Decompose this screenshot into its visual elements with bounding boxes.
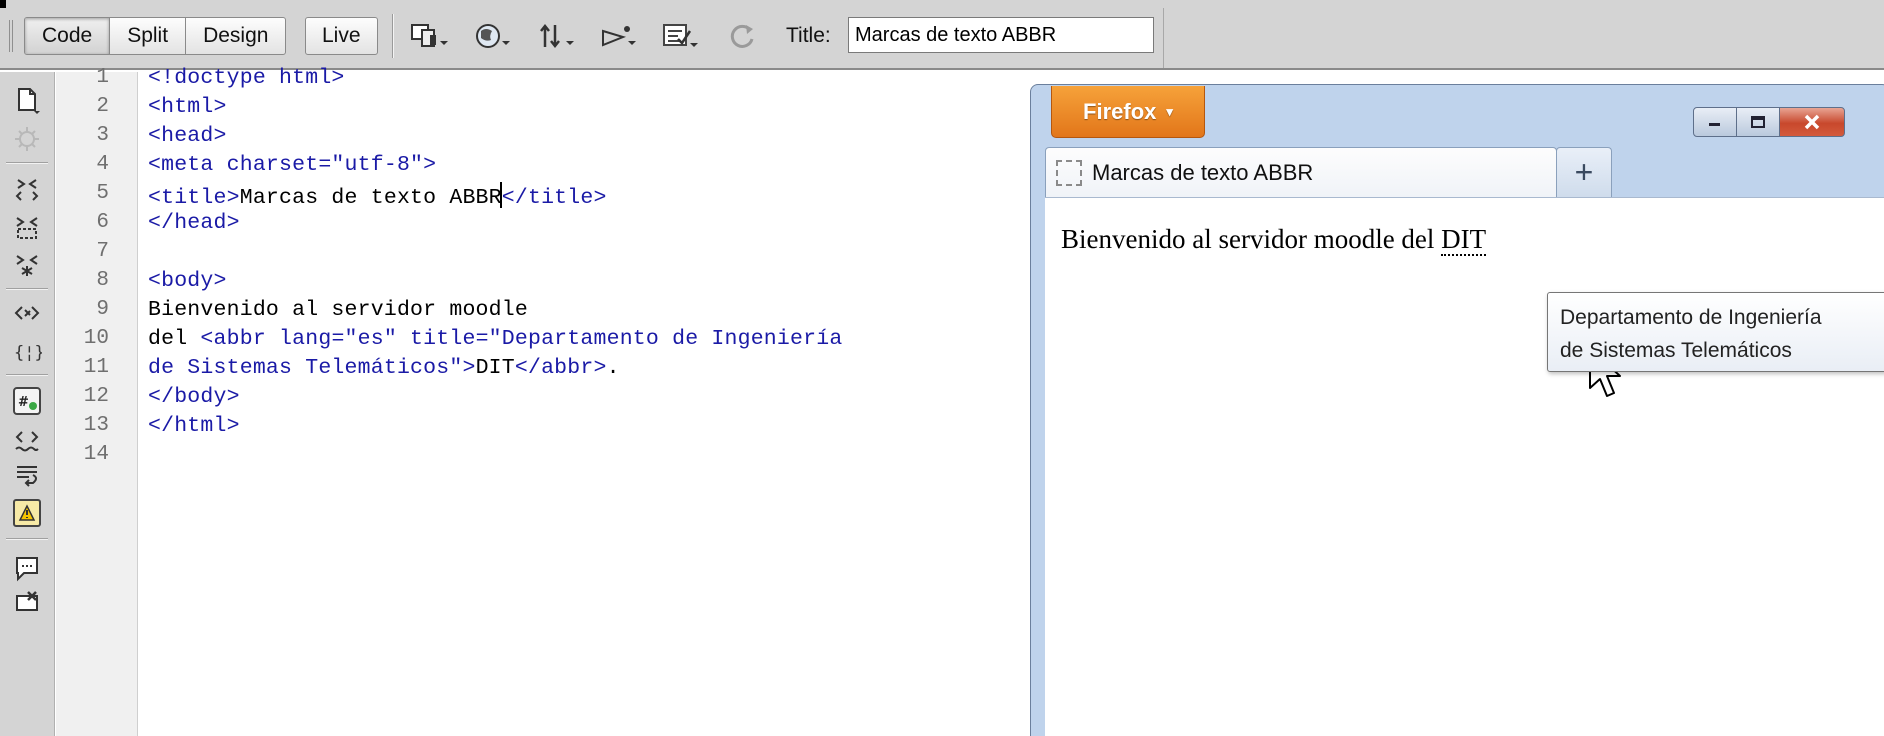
line-number: 5 bbox=[96, 182, 109, 205]
open-documents-icon[interactable] bbox=[10, 84, 44, 118]
code-line[interactable]: <meta charset="utf-8"> bbox=[148, 153, 436, 177]
sidebar-separator bbox=[6, 374, 48, 376]
document-toolbar: Code Split Design Live Title: bbox=[0, 0, 1884, 70]
code-line[interactable]: </body> bbox=[148, 385, 240, 409]
minimize-button[interactable] bbox=[1693, 107, 1737, 137]
sidebar-separator bbox=[6, 288, 48, 290]
page-paragraph: Bienvenido al servidor moodle del DIT bbox=[1061, 224, 1487, 256]
browser-preview-icon[interactable] bbox=[472, 19, 514, 53]
tooltip-line: de Sistemas Telemáticos bbox=[1560, 339, 1792, 362]
live-view-button[interactable]: Live bbox=[305, 17, 378, 55]
code-line[interactable]: <html> bbox=[148, 95, 227, 119]
title-label: Title: bbox=[786, 24, 831, 47]
svg-text:{¦}: {¦} bbox=[14, 343, 42, 363]
chevron-down-icon: ▾ bbox=[1166, 103, 1173, 119]
toolbar-separator bbox=[1163, 8, 1164, 68]
line-number: 6 bbox=[96, 211, 109, 234]
coding-toolbar: {¦} # bbox=[0, 72, 55, 736]
view-switcher: Code Split Design bbox=[24, 17, 287, 55]
abbr-tooltip: Departamento de Ingeniería de Sistemas T… bbox=[1547, 292, 1884, 372]
code-token: . bbox=[606, 356, 620, 380]
line-number: 10 bbox=[83, 327, 109, 350]
close-icon bbox=[1804, 114, 1820, 130]
refresh-icon[interactable] bbox=[722, 19, 764, 53]
line-number: 2 bbox=[96, 95, 109, 118]
sidebar-separator bbox=[6, 162, 48, 164]
balance-braces-icon[interactable]: {¦} bbox=[10, 334, 44, 368]
line-number: 3 bbox=[96, 124, 109, 147]
code-token: Marcas de texto ABBR bbox=[239, 186, 502, 210]
browser-tab-bar: Marcas de texto ABBR + bbox=[1045, 147, 1884, 197]
code-token: </title> bbox=[501, 186, 607, 210]
code-line[interactable]: <body> bbox=[148, 269, 227, 293]
browser-tab-title: Marcas de texto ABBR bbox=[1092, 159, 1314, 185]
code-line[interactable]: Bienvenido al servidor moodle bbox=[148, 298, 528, 322]
new-tab-button[interactable]: + bbox=[1556, 147, 1612, 197]
syntax-coloring-icon[interactable] bbox=[10, 458, 44, 492]
code-token: del bbox=[148, 327, 201, 351]
maximize-button[interactable] bbox=[1736, 107, 1780, 137]
highlight-invalid-code-icon[interactable] bbox=[10, 422, 44, 456]
collapse-selection-icon[interactable] bbox=[10, 210, 44, 244]
maximize-icon bbox=[1751, 116, 1765, 128]
code-line[interactable]: </html> bbox=[148, 414, 240, 438]
line-number: 13 bbox=[83, 414, 109, 437]
browser-page-content: Bienvenido al servidor moodle del DIT bbox=[1045, 197, 1884, 736]
code-editor[interactable]: <!doctype html> <html> <head> <meta char… bbox=[138, 66, 1038, 736]
page-favicon-icon bbox=[1056, 159, 1082, 186]
select-parent-tag-icon[interactable] bbox=[10, 296, 44, 330]
line-number: 12 bbox=[83, 385, 109, 408]
line-number: 1 bbox=[96, 66, 109, 89]
code-token: </abbr> bbox=[514, 356, 607, 380]
word-wrap-icon[interactable] bbox=[10, 496, 44, 530]
split-view-button[interactable]: Split bbox=[110, 18, 187, 54]
minimize-icon bbox=[1709, 123, 1720, 126]
line-number: 9 bbox=[96, 298, 109, 321]
abbr-element[interactable]: DIT bbox=[1441, 224, 1487, 256]
code-line[interactable]: del <abbr lang="es" title="Departamento … bbox=[148, 327, 842, 351]
sidebar-separator bbox=[6, 538, 48, 540]
apply-comment-icon[interactable] bbox=[10, 552, 44, 586]
code-line[interactable]: <!doctype html> bbox=[148, 66, 345, 90]
collapse-full-tag-icon[interactable] bbox=[10, 172, 44, 206]
visual-aids-icon[interactable] bbox=[598, 19, 640, 53]
validate-markup-icon[interactable] bbox=[660, 19, 702, 53]
toolbar-separator bbox=[392, 14, 394, 58]
line-number: 11 bbox=[83, 356, 109, 379]
expand-all-icon[interactable] bbox=[10, 248, 44, 282]
browser-tab[interactable]: Marcas de texto ABBR bbox=[1045, 147, 1557, 197]
code-line[interactable]: </head> bbox=[148, 211, 240, 235]
remove-comment-icon[interactable] bbox=[10, 586, 44, 620]
code-line[interactable]: <head> bbox=[148, 124, 227, 148]
document-title-input[interactable] bbox=[848, 17, 1154, 53]
toolbar-grip[interactable] bbox=[9, 20, 15, 52]
code-token: DIT bbox=[475, 356, 515, 380]
line-number: 4 bbox=[96, 153, 109, 176]
design-view-button[interactable]: Design bbox=[186, 18, 285, 54]
tooltip-line: Departamento de Ingeniería bbox=[1560, 306, 1822, 329]
firefox-window: Firefox ▾ Marcas de texto ABBR + Bienven… bbox=[1030, 84, 1884, 736]
code-line[interactable]: de Sistemas Telemáticos">DIT</abbr>. bbox=[148, 356, 620, 380]
line-number: 7 bbox=[96, 240, 109, 263]
line-number-gutter: 1 2 3 4 5 6 7 8 9 10 11 12 13 14 bbox=[56, 66, 138, 736]
firefox-menu-label: Firefox bbox=[1083, 98, 1157, 124]
line-number: 14 bbox=[83, 443, 109, 466]
line-number: 8 bbox=[96, 269, 109, 292]
show-code-navigator-icon[interactable] bbox=[10, 122, 44, 156]
svg-text:#: # bbox=[18, 395, 29, 410]
page-text: Bienvenido al servidor moodle del bbox=[1061, 224, 1442, 254]
multiscreen-icon[interactable] bbox=[408, 19, 450, 53]
window-controls bbox=[1693, 107, 1845, 137]
file-management-icon[interactable] bbox=[536, 19, 578, 53]
code-token: <abbr lang="es" title="Departamento de I… bbox=[200, 327, 843, 351]
close-button[interactable] bbox=[1779, 107, 1845, 137]
line-numbers-icon[interactable]: # bbox=[10, 384, 44, 418]
code-view-button[interactable]: Code bbox=[25, 18, 111, 54]
code-token: de Sistemas Telemáticos"> bbox=[148, 356, 476, 380]
code-token: <title> bbox=[148, 186, 240, 210]
code-line[interactable]: <title>Marcas de texto ABBR</title> bbox=[148, 182, 607, 210]
toolbar-corner bbox=[0, 0, 6, 8]
firefox-menu-button[interactable]: Firefox ▾ bbox=[1051, 86, 1205, 138]
